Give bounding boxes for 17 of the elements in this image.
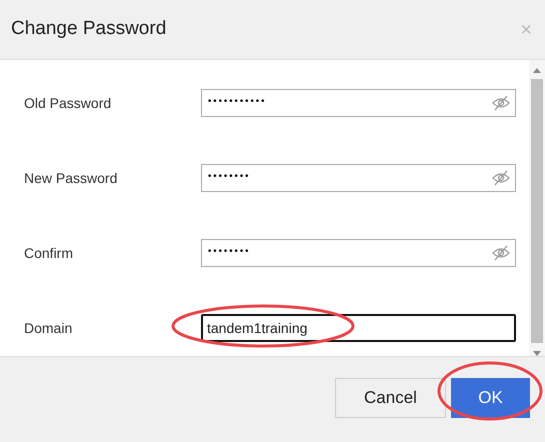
password-field[interactable]: •••••••• bbox=[201, 164, 516, 192]
field-label: Confirm bbox=[23, 244, 74, 263]
scrollbar[interactable] bbox=[529, 60, 545, 356]
hidden-eye-icon[interactable] bbox=[492, 170, 510, 186]
hidden-eye-icon[interactable] bbox=[492, 95, 510, 112]
dialog-title: Change Password bbox=[11, 17, 166, 42]
field-label: New Password bbox=[23, 168, 118, 188]
password-field[interactable]: •••••••• bbox=[201, 239, 516, 268]
password-field[interactable]: ••••••••••• bbox=[201, 89, 516, 118]
scroll-up-icon[interactable] bbox=[533, 68, 541, 74]
input-field[interactable]: tandem1training bbox=[201, 314, 516, 342]
field-label: Domain bbox=[23, 318, 74, 338]
hidden-eye-icon[interactable] bbox=[492, 245, 510, 262]
cancel-button[interactable]: Cancel bbox=[335, 378, 446, 418]
scrollbar-thumb[interactable] bbox=[531, 79, 543, 344]
field-label: Old Password bbox=[23, 94, 112, 113]
ok-button[interactable]: OK bbox=[451, 378, 530, 418]
